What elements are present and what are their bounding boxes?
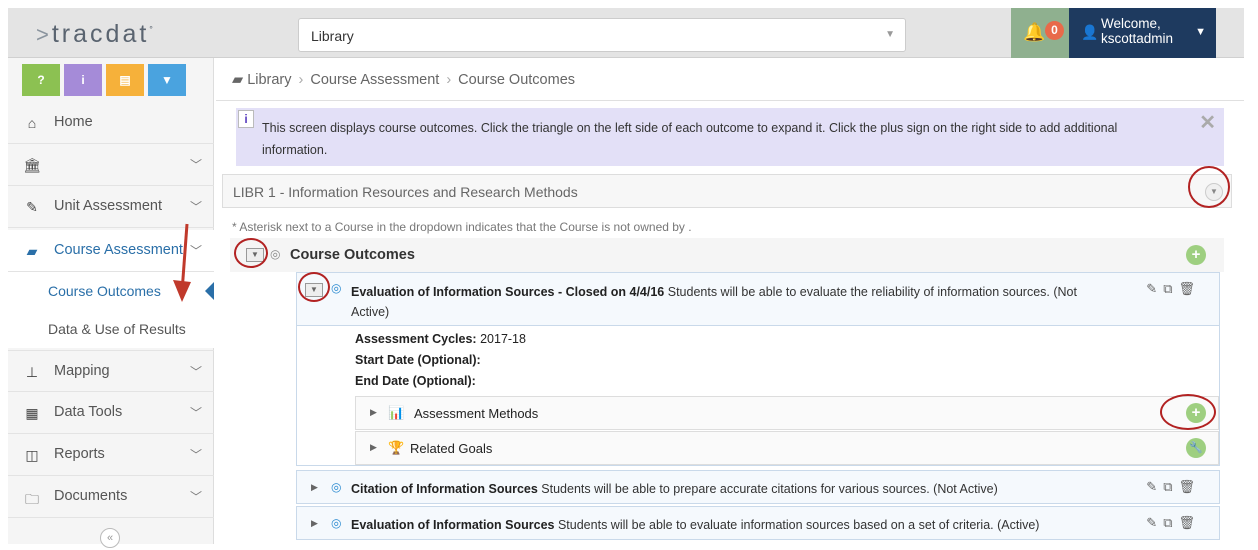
- chevron-down-icon: ﹀: [189, 365, 202, 379]
- expand-triangle-icon[interactable]: ▶: [311, 518, 318, 529]
- annotation-arrow: [173, 223, 191, 302]
- logo-chevron-icon: >: [36, 22, 49, 47]
- outcome-row: ▶ ◎ Citation of Information Sources Stud…: [296, 470, 1220, 504]
- top-bar: > tracdat° Library ▼ 🔔 0 👤 Welcome, kscotta…: [8, 8, 1244, 58]
- notifications-button[interactable]: 🔔 0: [1011, 8, 1069, 58]
- notification-badge: 0: [1045, 21, 1064, 40]
- edit-icon[interactable]: ✎: [1146, 479, 1163, 494]
- outcome-title[interactable]: Evaluation of Information Sources - Clos…: [351, 285, 664, 299]
- user-menu[interactable]: 👤 Welcome, kscottadmin ▼: [1069, 8, 1216, 58]
- target-icon: ◎: [331, 480, 342, 494]
- outcome-actions: ✎⧉🗑: [1146, 281, 1201, 297]
- asterisk-note: * Asterisk next to a Course in the dropd…: [232, 220, 692, 234]
- sidebar-item-reports[interactable]: ◫ Reports ﹀: [8, 434, 214, 476]
- sidebar-item-institution[interactable]: 🏛 ﹀: [8, 144, 214, 186]
- book-icon: ▰: [26, 243, 38, 259]
- edit-icon[interactable]: ✎: [1146, 281, 1163, 296]
- caret-down-icon: ▼: [1195, 26, 1206, 38]
- course-select[interactable]: LIBR 1 - Information Resources and Resea…: [222, 174, 1232, 208]
- annotation-circle: [298, 272, 330, 302]
- outcome-actions: ✎⧉🗑: [1146, 479, 1201, 495]
- close-icon[interactable]: ✕: [1199, 112, 1216, 134]
- outcome-row: ▼ ◎ Evaluation of Information Sources - …: [296, 272, 1220, 326]
- home-icon: ⌂: [27, 115, 37, 131]
- chevron-down-icon: ﹀: [189, 200, 202, 214]
- outcome-description: Students will be able to prepare accurat…: [537, 482, 998, 496]
- wrench-icon[interactable]: 🔧: [1186, 438, 1206, 458]
- related-goals-row[interactable]: ▶ 🏆 Related Goals 🔧: [355, 431, 1219, 465]
- bar-chart-icon: 📊: [388, 405, 405, 420]
- tracdat-logo[interactable]: > tracdat°: [36, 20, 153, 49]
- breadcrumb-course-assessment[interactable]: Course Assessment: [310, 72, 439, 88]
- target-icon: ◎: [331, 516, 342, 530]
- copy-icon[interactable]: ⧉: [1163, 515, 1178, 530]
- copy-icon[interactable]: ⧉: [1163, 479, 1178, 494]
- user-icon: 👤: [1081, 24, 1099, 40]
- welcome-text: Welcome,: [1101, 16, 1161, 31]
- columns-icon: ◫: [25, 447, 39, 463]
- breadcrumb: ▰ Library › Course Assessment › Course Outco…: [232, 72, 576, 88]
- chevron-down-icon: ﹀: [189, 158, 202, 172]
- divider: [216, 100, 1244, 101]
- book-icon: ▰: [232, 72, 244, 88]
- add-outcome-button[interactable]: +: [1186, 245, 1206, 265]
- target-icon: ◎: [331, 281, 342, 295]
- bell-icon: 🔔: [1023, 22, 1046, 42]
- outcome-row: ▶ ◎ Evaluation of Information Sources St…: [296, 506, 1220, 540]
- copy-icon[interactable]: ⧉: [1163, 281, 1178, 296]
- outcome-actions: ✎⧉🗑: [1146, 515, 1201, 531]
- expand-triangle-icon[interactable]: ▶: [311, 482, 318, 493]
- trash-icon[interactable]: 🗑: [1178, 281, 1201, 296]
- sitemap-icon: ⊥: [25, 364, 39, 380]
- course-outcomes-header: ▼ ◎ Course Outcomes +: [230, 238, 1224, 272]
- toolbar: ? i ▤ ▼: [22, 64, 186, 96]
- username: kscottadmin: [1101, 31, 1174, 46]
- outcome-title[interactable]: Citation of Information Sources: [351, 482, 538, 496]
- sidebar-item-home[interactable]: ⌂ Home: [8, 102, 214, 144]
- chevron-down-icon: ﹀: [189, 448, 202, 462]
- start-date-label: Start Date (Optional):: [355, 353, 481, 367]
- sidebar-subitem-data-use-results[interactable]: Data & Use of Results: [8, 310, 214, 348]
- breadcrumb-course-outcomes: Course Outcomes: [458, 72, 576, 88]
- pencil-icon: ✎: [26, 199, 38, 215]
- trophy-icon: 🏆: [388, 440, 405, 455]
- sidebar-item-mapping[interactable]: ⊥ Mapping ﹀: [8, 350, 214, 392]
- breadcrumb-library[interactable]: Library: [247, 72, 291, 88]
- annotation-circle: [234, 238, 268, 268]
- section-title: Course Outcomes: [290, 247, 415, 263]
- assessment-methods-row[interactable]: ▶ 📊 Assessment Methods +: [355, 396, 1219, 430]
- info-icon: i: [238, 110, 254, 128]
- library-select[interactable]: Library ▼: [298, 18, 906, 52]
- institution-icon: 🏛: [23, 157, 41, 173]
- annotation-circle: [1188, 166, 1230, 208]
- collapse-sidebar-button[interactable]: «: [100, 528, 120, 548]
- sidebar-item-documents[interactable]: 🗀 Documents ﹀: [8, 476, 214, 518]
- chevron-down-icon: ﹀: [189, 406, 202, 420]
- table-icon: ▦: [25, 405, 39, 421]
- annotation-circle: [1160, 394, 1216, 430]
- expand-triangle-icon[interactable]: ▶: [370, 442, 377, 453]
- end-date-label: End Date (Optional):: [355, 374, 476, 388]
- target-icon: ◎: [270, 247, 281, 261]
- folder-icon: 🗀: [25, 491, 39, 507]
- edit-icon[interactable]: ✎: [1146, 515, 1163, 530]
- sidebar-item-data-tools[interactable]: ▦ Data Tools ﹀: [8, 392, 214, 434]
- trash-icon[interactable]: 🗑: [1178, 515, 1201, 530]
- filter-button[interactable]: ▼: [148, 64, 186, 96]
- outcome-description: Students will be able to evaluate inform…: [554, 518, 1040, 532]
- chevron-down-icon: ﹀: [189, 490, 202, 504]
- outcome-details: Assessment Cycles: 2017-18 Start Date (O…: [296, 326, 1220, 466]
- notes-button[interactable]: ▤: [106, 64, 144, 96]
- help-button[interactable]: ?: [22, 64, 60, 96]
- expand-triangle-icon[interactable]: ▶: [370, 407, 377, 418]
- assessment-cycles-value: 2017-18: [476, 332, 526, 346]
- trash-icon[interactable]: 🗑: [1178, 479, 1201, 494]
- outcome-title[interactable]: Evaluation of Information Sources: [351, 518, 555, 532]
- chevron-down-icon: ▼: [885, 29, 895, 40]
- info-button[interactable]: i: [64, 64, 102, 96]
- info-message: i This screen displays course outcomes. …: [236, 108, 1224, 166]
